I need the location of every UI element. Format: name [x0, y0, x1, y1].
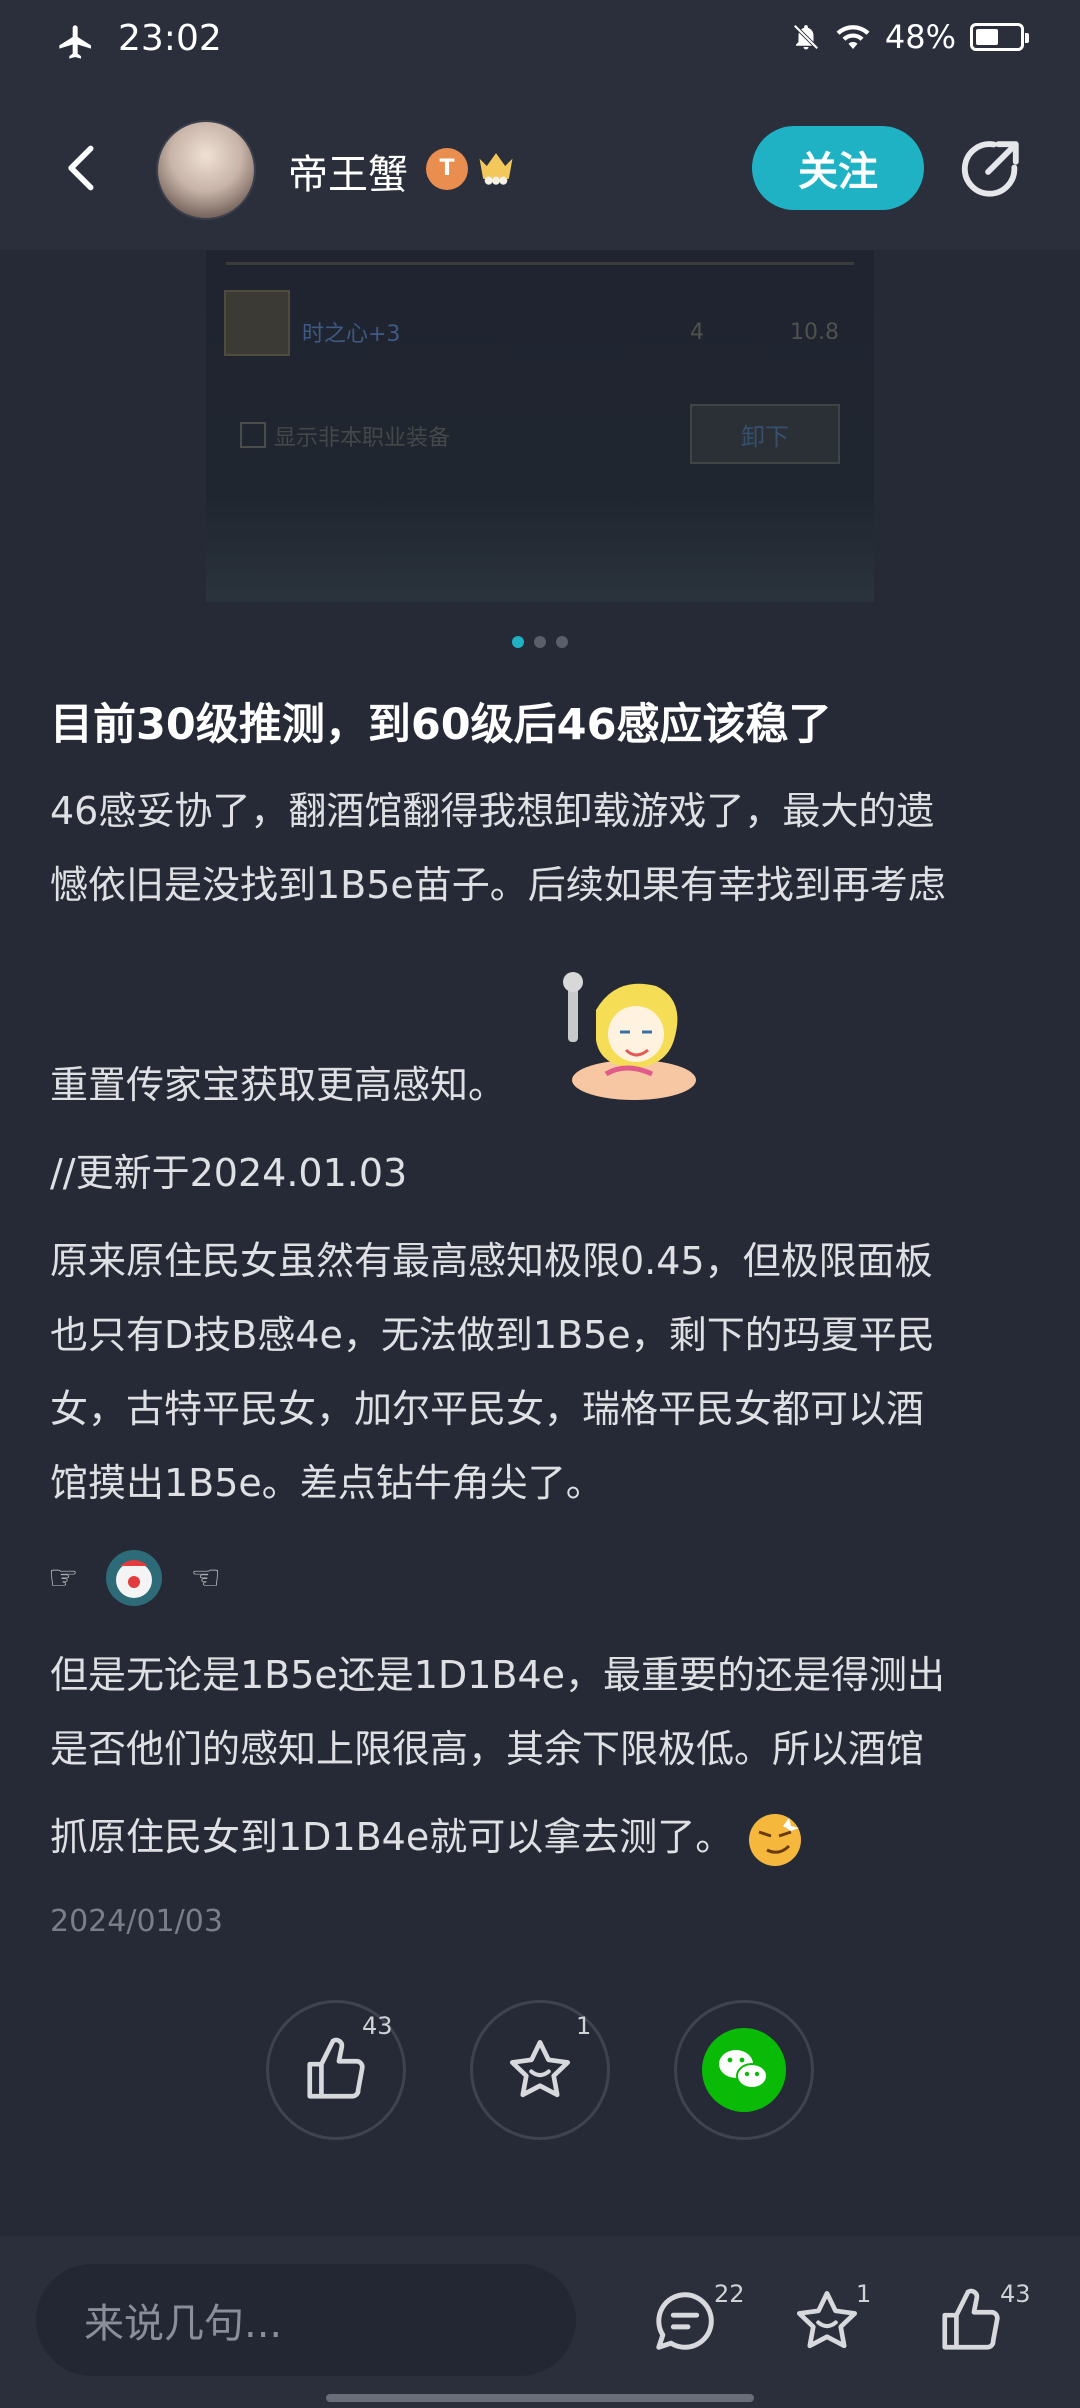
post-line: 馆摸出1B5e。差点钻牛角尖了。 — [50, 1461, 604, 1505]
post-header: 帝王蟹 T 关注 — [0, 84, 1080, 250]
bottom-favorite-count: 1 — [856, 2280, 872, 2308]
mute-notifications-icon — [793, 24, 819, 50]
back-icon[interactable] — [56, 142, 108, 194]
image-item-value-2: 10.8 — [790, 320, 839, 345]
post-date: 2024/01/03 — [50, 1904, 223, 1939]
star-icon — [509, 2039, 571, 2098]
battery-icon — [970, 23, 1029, 51]
post-line: 重置传家宝获取更高感知。 — [50, 1063, 507, 1107]
post-paragraph-3: 原来原住民女虽然有最高感知极限0.45，但极限面板 也只有D技B感4e，无法做到… — [50, 1224, 1040, 1520]
post-paragraph-4: 但是无论是1B5e还是1D1B4e，最重要的还是得测出 是否他们的感知上限很高，… — [50, 1638, 1040, 1874]
post-line: 抓原住民女到1D1B4e就可以拿去测了。 — [50, 1815, 734, 1859]
thumbs-up-icon — [307, 2037, 365, 2099]
image-unequip-button: 卸下 — [690, 404, 840, 464]
avatar[interactable] — [156, 120, 256, 220]
carousel-dot[interactable] — [534, 636, 546, 648]
carousel-dot[interactable] — [512, 636, 524, 648]
post-title: 目前30级推测，到60级后46感应该稳了 — [50, 700, 832, 750]
status-time: 23:02 — [118, 18, 222, 59]
comment-icon[interactable] — [650, 2286, 720, 2356]
bottom-like-count: 43 — [1000, 2280, 1031, 2308]
post-line: 憾依旧是没找到1B5e苗子。后续如果有幸找到再考虑 — [50, 863, 946, 907]
post-line: 女，古特平民女，加尔平民女，瑞格平民女都可以酒 — [50, 1387, 925, 1431]
wifi-icon — [836, 25, 870, 49]
favorite-star-icon[interactable] — [792, 2286, 862, 2356]
post-line: 46感妥协了，翻酒馆翻得我想卸载游戏了，最大的遗 — [50, 789, 935, 833]
image-item-name: 时之心+3 — [302, 322, 401, 347]
carousel-indicator — [0, 636, 1080, 648]
carousel-dot[interactable] — [556, 636, 568, 648]
post-image[interactable]: 时之心+3 4 10.8 显示非本职业装备 卸下 — [206, 250, 874, 602]
follow-button[interactable]: 关注 — [752, 126, 924, 210]
username[interactable]: 帝王蟹 — [288, 142, 408, 200]
image-item-value-1: 4 — [690, 320, 704, 345]
smug-face-emoji-icon — [749, 1813, 802, 1866]
status-bar: 23:02 48% — [0, 0, 1080, 84]
battery-percent: 48% — [884, 18, 956, 56]
image-checkbox — [240, 422, 266, 448]
share-icon[interactable] — [956, 134, 1026, 204]
thumbs-up-icon[interactable] — [936, 2286, 1006, 2356]
crown-icon — [479, 153, 513, 185]
post-paragraph-1-end: 重置传家宝获取更高感知。 — [50, 1048, 1040, 1122]
wechat-icon — [702, 2028, 786, 2112]
clown-emoji-icon — [106, 1550, 163, 1606]
post-line: 但是无论是1B5e还是1D1B4e，最重要的还是得测出 — [50, 1653, 946, 1697]
emoji-row: ☞ ☜ — [48, 1550, 221, 1606]
favorite-count: 1 — [576, 2012, 592, 2040]
home-indicator — [326, 2394, 754, 2402]
image-checkbox-label: 显示非本职业装备 — [274, 426, 451, 451]
pointing-right-emoji: ☞ — [48, 1558, 79, 1598]
wechat-share-button[interactable] — [674, 2000, 814, 2140]
comment-input[interactable]: 来说几句... — [36, 2264, 576, 2376]
pointing-left-emoji: ☜ — [190, 1558, 221, 1598]
level-badge: T — [426, 148, 468, 190]
post-line: //更新于2024.01.03 — [50, 1151, 408, 1195]
bottom-bar: 来说几句... 22 1 43 — [0, 2236, 1080, 2408]
comment-count: 22 — [714, 2280, 745, 2308]
post-line-with-emoji: 抓原住民女到1D1B4e就可以拿去测了。 — [50, 1800, 1040, 1874]
post-paragraph-1: 46感妥协了，翻酒馆翻得我想卸载游戏了，最大的遗 憾依旧是没找到1B5e苗子。后… — [50, 774, 1040, 922]
post-update-line: //更新于2024.01.03 — [50, 1136, 1040, 1210]
post-line: 是否他们的感知上限很高，其余下限极低。所以酒馆 — [50, 1727, 925, 1771]
airplane-mode-icon — [59, 25, 91, 59]
post-line: 原来原住民女虽然有最高感知极限0.45，但极限面板 — [50, 1239, 933, 1283]
post-line: 也只有D技B感4e，无法做到1B5e，剩下的玛夏平民 — [50, 1313, 935, 1357]
item-slot-icon — [224, 290, 290, 356]
like-count: 43 — [362, 2012, 393, 2040]
